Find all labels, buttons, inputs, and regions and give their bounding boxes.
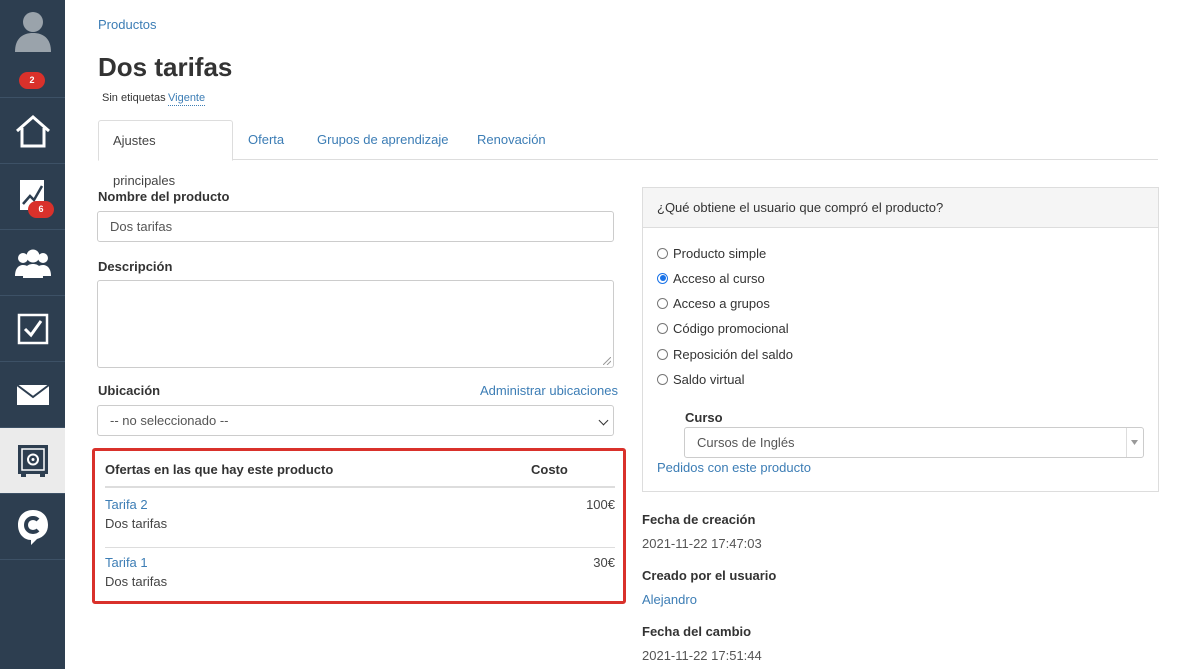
users-icon: [14, 249, 51, 278]
created-by-label: Creado por el usuario: [642, 568, 777, 583]
sidebar: 2 6: [0, 0, 65, 669]
sidebar-item-chat[interactable]: [0, 494, 65, 560]
table-row: Tarifa 2 Dos tarifas 100€: [105, 490, 615, 548]
product-type-panel: ¿Qué obtiene el usuario que compró el pr…: [642, 187, 1159, 492]
panel-title: ¿Qué obtiene el usuario que compró el pr…: [643, 188, 1158, 228]
location-label: Ubicación: [98, 383, 161, 398]
option-promo-code[interactable]: Código promocional: [657, 320, 789, 336]
tags-label: Sin etiquetas: [102, 92, 166, 104]
changed-date-value: 2021-11-22 17:51:44: [642, 648, 762, 663]
radio-button[interactable]: [657, 348, 668, 360]
tab-learning-groups[interactable]: Grupos de aprendizaje: [303, 120, 463, 160]
home-icon: [15, 114, 50, 147]
notification-badge: 6: [28, 201, 54, 218]
sidebar-item-tasks[interactable]: [0, 296, 65, 362]
option-label: Acceso a grupos: [673, 295, 770, 311]
offer-product-name: Dos tarifas: [105, 574, 168, 589]
notification-badge: 2: [19, 72, 45, 89]
sidebar-item-home[interactable]: [0, 98, 65, 164]
created-date-label: Fecha de creación: [642, 512, 756, 527]
option-label: Saldo virtual: [673, 371, 745, 387]
offer-cost: 100€: [586, 497, 615, 512]
tab-renewal[interactable]: Renovación: [463, 120, 560, 160]
offers-column-header: Ofertas en las que hay este producto: [105, 462, 334, 477]
option-balance-refill[interactable]: Reposición del saldo: [657, 346, 793, 362]
course-select-value: Cursos de Inglés: [697, 435, 795, 450]
offer-cost: 30€: [593, 555, 615, 570]
offer-link[interactable]: Tarifa 1: [105, 555, 148, 570]
created-by-user-link[interactable]: Alejandro: [642, 592, 697, 607]
tab-offer[interactable]: Oferta: [234, 120, 298, 160]
product-name-input[interactable]: Dos tarifas: [97, 211, 614, 242]
changed-date-label: Fecha del cambio: [642, 624, 752, 639]
product-name-value: Dos tarifas: [110, 219, 173, 234]
radio-button[interactable]: [657, 247, 668, 259]
option-group-access[interactable]: Acceso a grupos: [657, 295, 770, 311]
page-title: Dos tarifas: [98, 52, 233, 82]
checkbox-icon: [17, 313, 48, 344]
option-label: Producto simple: [673, 245, 767, 261]
radio-button[interactable]: [657, 297, 668, 309]
offers-table-header: Ofertas en las que hay este producto Cos…: [105, 460, 615, 488]
chevron-down-icon: [598, 415, 609, 426]
course-select[interactable]: Cursos de Inglés: [684, 427, 1144, 458]
mail-icon: [15, 383, 50, 405]
offers-table: Ofertas en las que hay este producto Cos…: [92, 448, 626, 604]
cost-column-header: Costo: [531, 462, 568, 477]
sidebar-item-profile[interactable]: 2: [0, 0, 65, 98]
product-name-label: Nombre del producto: [98, 189, 230, 204]
location-select-value: -- no seleccionado --: [110, 413, 229, 428]
breadcrumb-products[interactable]: Productos: [98, 17, 157, 32]
safe-icon: [17, 444, 48, 477]
option-virtual-balance[interactable]: Saldo virtual: [657, 371, 745, 387]
triangle-down-icon: [1131, 440, 1138, 445]
option-label: Reposición del saldo: [673, 346, 793, 362]
description-label: Descripción: [98, 259, 173, 274]
radio-button[interactable]: [657, 322, 668, 334]
orders-link[interactable]: Pedidos con este producto: [657, 460, 811, 475]
location-select[interactable]: -- no seleccionado --: [97, 405, 614, 436]
sidebar-item-messages[interactable]: [0, 362, 65, 428]
tab-main-settings[interactable]: Ajustes principales: [98, 120, 233, 188]
created-date-value: 2021-11-22 17:47:03: [642, 536, 762, 551]
option-simple-product[interactable]: Producto simple: [657, 245, 766, 261]
select-divider: [1126, 428, 1127, 457]
sidebar-item-users[interactable]: [0, 230, 65, 296]
radio-button[interactable]: [657, 373, 668, 385]
course-label: Curso: [685, 410, 723, 425]
offer-product-name: Dos tarifas: [105, 516, 168, 531]
manage-locations-link[interactable]: Administrar ubicaciones: [480, 383, 618, 398]
radio-button-selected[interactable]: [657, 272, 668, 284]
option-label: Acceso al curso: [673, 270, 765, 286]
tab-bar: Ajustes principales Oferta Grupos de apr…: [98, 120, 1158, 188]
table-row: Tarifa 1 Dos tarifas 30€: [105, 548, 615, 606]
offer-link[interactable]: Tarifa 2: [105, 497, 148, 512]
chat-logo-icon: [17, 509, 48, 545]
status-link[interactable]: Vigente: [168, 92, 206, 106]
resize-handle-icon[interactable]: [603, 357, 611, 365]
option-course-access[interactable]: Acceso al curso: [657, 270, 765, 286]
user-avatar-icon: [15, 12, 51, 52]
sidebar-item-statistics[interactable]: 6: [0, 164, 65, 230]
option-label: Código promocional: [673, 320, 789, 336]
description-textarea[interactable]: [97, 280, 614, 368]
sidebar-item-products[interactable]: [0, 428, 65, 494]
